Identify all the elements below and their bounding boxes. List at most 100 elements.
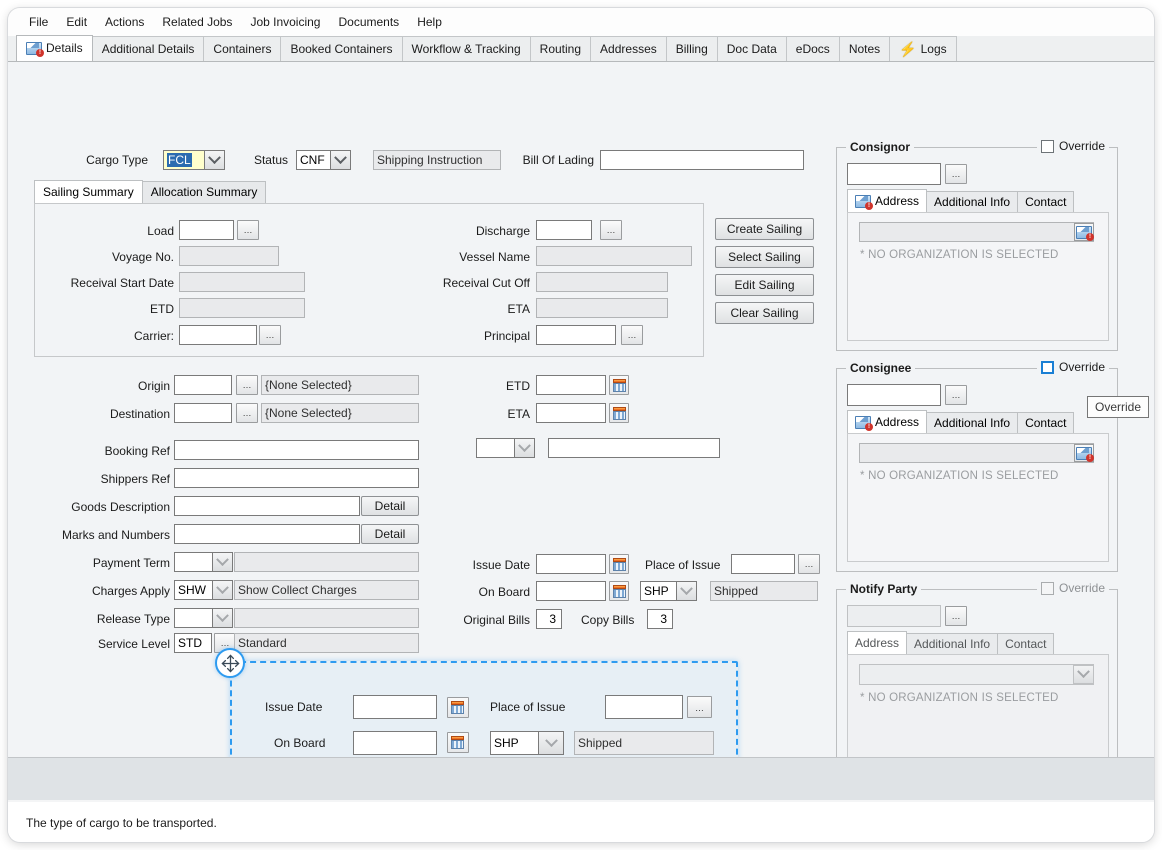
shippers-ref-input[interactable] — [174, 468, 419, 488]
destination-input[interactable] — [174, 403, 232, 423]
menu-item-documents[interactable]: Documents — [329, 12, 408, 32]
calendar-icon[interactable] — [609, 581, 629, 601]
cargo-type-combo[interactable]: FCL — [163, 150, 225, 170]
charges-apply-input[interactable]: SHW — [174, 580, 212, 600]
carrier-lookup-button[interactable]: … — [259, 325, 281, 345]
booking-ref-input[interactable] — [174, 440, 419, 460]
charges-apply-dropdown-button[interactable] — [212, 580, 233, 600]
overlay-on-board-input[interactable] — [353, 731, 437, 755]
tab-details[interactable]: Details — [16, 35, 93, 61]
eta-input[interactable] — [536, 403, 606, 423]
menu-item-related-jobs[interactable]: Related Jobs — [153, 12, 241, 32]
notify-party-lookup-button[interactable]: … — [945, 606, 967, 626]
place-of-issue-lookup-button[interactable]: … — [798, 554, 820, 574]
payment-term-dropdown-button[interactable] — [212, 552, 233, 572]
marks-and-numbers-detail-button[interactable]: Detail — [361, 524, 419, 544]
carrier-input[interactable] — [179, 325, 257, 345]
clear-sailing-button[interactable]: Clear Sailing — [715, 302, 814, 324]
tab-notes[interactable]: Notes — [839, 36, 890, 61]
original-bills-input[interactable]: 3 — [536, 609, 562, 629]
tab-workflow-tracking[interactable]: Workflow & Tracking — [402, 36, 531, 61]
select-sailing-button[interactable]: Select Sailing — [715, 246, 814, 268]
shipped-combo[interactable]: SHP — [640, 581, 697, 601]
overlay-place-of-issue-lookup-button[interactable]: … — [687, 696, 712, 718]
destination-lookup-button[interactable]: … — [236, 403, 258, 423]
extra-combo[interactable] — [476, 438, 535, 458]
consignor-override-checkbox[interactable] — [1041, 140, 1054, 153]
notify-party-override-checkbox[interactable] — [1041, 582, 1054, 595]
release-type-input[interactable] — [174, 608, 212, 628]
edit-sailing-button[interactable]: Edit Sailing — [715, 274, 814, 296]
subtab-sailing-summary[interactable]: Sailing Summary — [34, 180, 143, 203]
consignee-tab-contact[interactable]: Contact — [1017, 412, 1074, 433]
discharge-input[interactable] — [536, 220, 592, 240]
menu-item-edit[interactable]: Edit — [57, 12, 96, 32]
notify-party-address-dropdown-button[interactable] — [1073, 665, 1094, 684]
place-of-issue-input[interactable] — [731, 554, 795, 574]
consignor-address-input[interactable] — [859, 222, 1094, 242]
overlay-place-of-issue-input[interactable] — [605, 695, 683, 719]
calendar-icon[interactable] — [609, 403, 629, 423]
payment-term-combo[interactable] — [174, 552, 233, 572]
consignor-lookup-button[interactable]: … — [945, 164, 967, 184]
charges-apply-combo[interactable]: SHW — [174, 580, 233, 600]
notify-party-override[interactable]: Override — [1037, 581, 1109, 595]
status-dropdown-button[interactable] — [330, 150, 351, 170]
consignee-tab-additional-info[interactable]: Additional Info — [926, 412, 1018, 433]
consignee-lookup-button[interactable]: … — [945, 385, 967, 405]
shipped-dropdown-button[interactable] — [676, 581, 697, 601]
principal-input[interactable] — [536, 325, 616, 345]
goods-description-detail-button[interactable]: Detail — [361, 496, 419, 516]
discharge-lookup-button[interactable]: … — [600, 220, 622, 240]
cargo-type-input[interactable]: FCL — [163, 150, 204, 170]
consignee-tab-address[interactable]: Address — [847, 410, 927, 433]
status-code-input[interactable]: CNF — [296, 150, 330, 170]
calendar-icon[interactable] — [609, 554, 629, 574]
menu-item-job-invoicing[interactable]: Job Invoicing — [241, 12, 329, 32]
menu-item-file[interactable]: File — [20, 12, 57, 32]
consignor-address-mail-button[interactable] — [1074, 223, 1094, 241]
consignor-tab-address[interactable]: Address — [847, 189, 927, 212]
shipped-code-input[interactable]: SHP — [640, 581, 676, 601]
move-cursor-icon[interactable] — [215, 648, 245, 678]
overlay-shipped-code-input[interactable]: SHP — [490, 731, 538, 755]
origin-lookup-button[interactable]: … — [236, 375, 258, 395]
tab-edocs[interactable]: eDocs — [786, 36, 840, 61]
overlay-shipped-dropdown-button[interactable] — [538, 731, 564, 755]
menu-item-help[interactable]: Help — [408, 12, 451, 32]
calendar-icon[interactable] — [609, 375, 629, 395]
menu-item-actions[interactable]: Actions — [96, 12, 153, 32]
create-sailing-button[interactable]: Create Sailing — [715, 218, 814, 240]
load-lookup-button[interactable]: … — [237, 220, 259, 240]
overlay-issue-date-input[interactable] — [353, 695, 437, 719]
consignee-override-checkbox[interactable] — [1041, 361, 1054, 374]
payment-term-input[interactable] — [174, 552, 212, 572]
etd-input[interactable] — [536, 375, 606, 395]
goods-description-input[interactable] — [174, 496, 360, 516]
tab-logs[interactable]: ⚡ Logs — [889, 36, 956, 61]
consignor-override[interactable]: Override — [1037, 139, 1109, 153]
consignee-address-mail-button[interactable] — [1074, 444, 1094, 462]
marks-and-numbers-input[interactable] — [174, 524, 360, 544]
extra-combo-description[interactable] — [548, 438, 720, 458]
consignee-override[interactable]: Override — [1037, 360, 1109, 374]
bill-of-lading-input[interactable] — [600, 150, 804, 170]
notify-party-tab-address[interactable]: Address — [847, 631, 907, 654]
tab-addresses[interactable]: Addresses — [590, 36, 667, 61]
notify-party-tab-additional-info[interactable]: Additional Info — [906, 633, 998, 654]
notify-party-tab-contact[interactable]: Contact — [997, 633, 1054, 654]
tab-booked-containers[interactable]: Booked Containers — [280, 36, 402, 61]
overlay-shipped-combo[interactable]: SHP — [490, 731, 564, 755]
tab-doc-data[interactable]: Doc Data — [717, 36, 787, 61]
extra-combo-input[interactable] — [476, 438, 514, 458]
on-board-input[interactable] — [536, 581, 606, 601]
calendar-icon[interactable] — [447, 697, 469, 718]
cargo-type-dropdown-button[interactable] — [204, 150, 225, 170]
principal-lookup-button[interactable]: … — [621, 325, 643, 345]
tab-billing[interactable]: Billing — [666, 36, 718, 61]
tab-routing[interactable]: Routing — [530, 36, 591, 61]
origin-input[interactable] — [174, 375, 232, 395]
service-level-input[interactable]: STD — [174, 633, 212, 653]
extra-combo-dropdown-button[interactable] — [514, 438, 535, 458]
consignor-tab-contact[interactable]: Contact — [1017, 191, 1074, 212]
